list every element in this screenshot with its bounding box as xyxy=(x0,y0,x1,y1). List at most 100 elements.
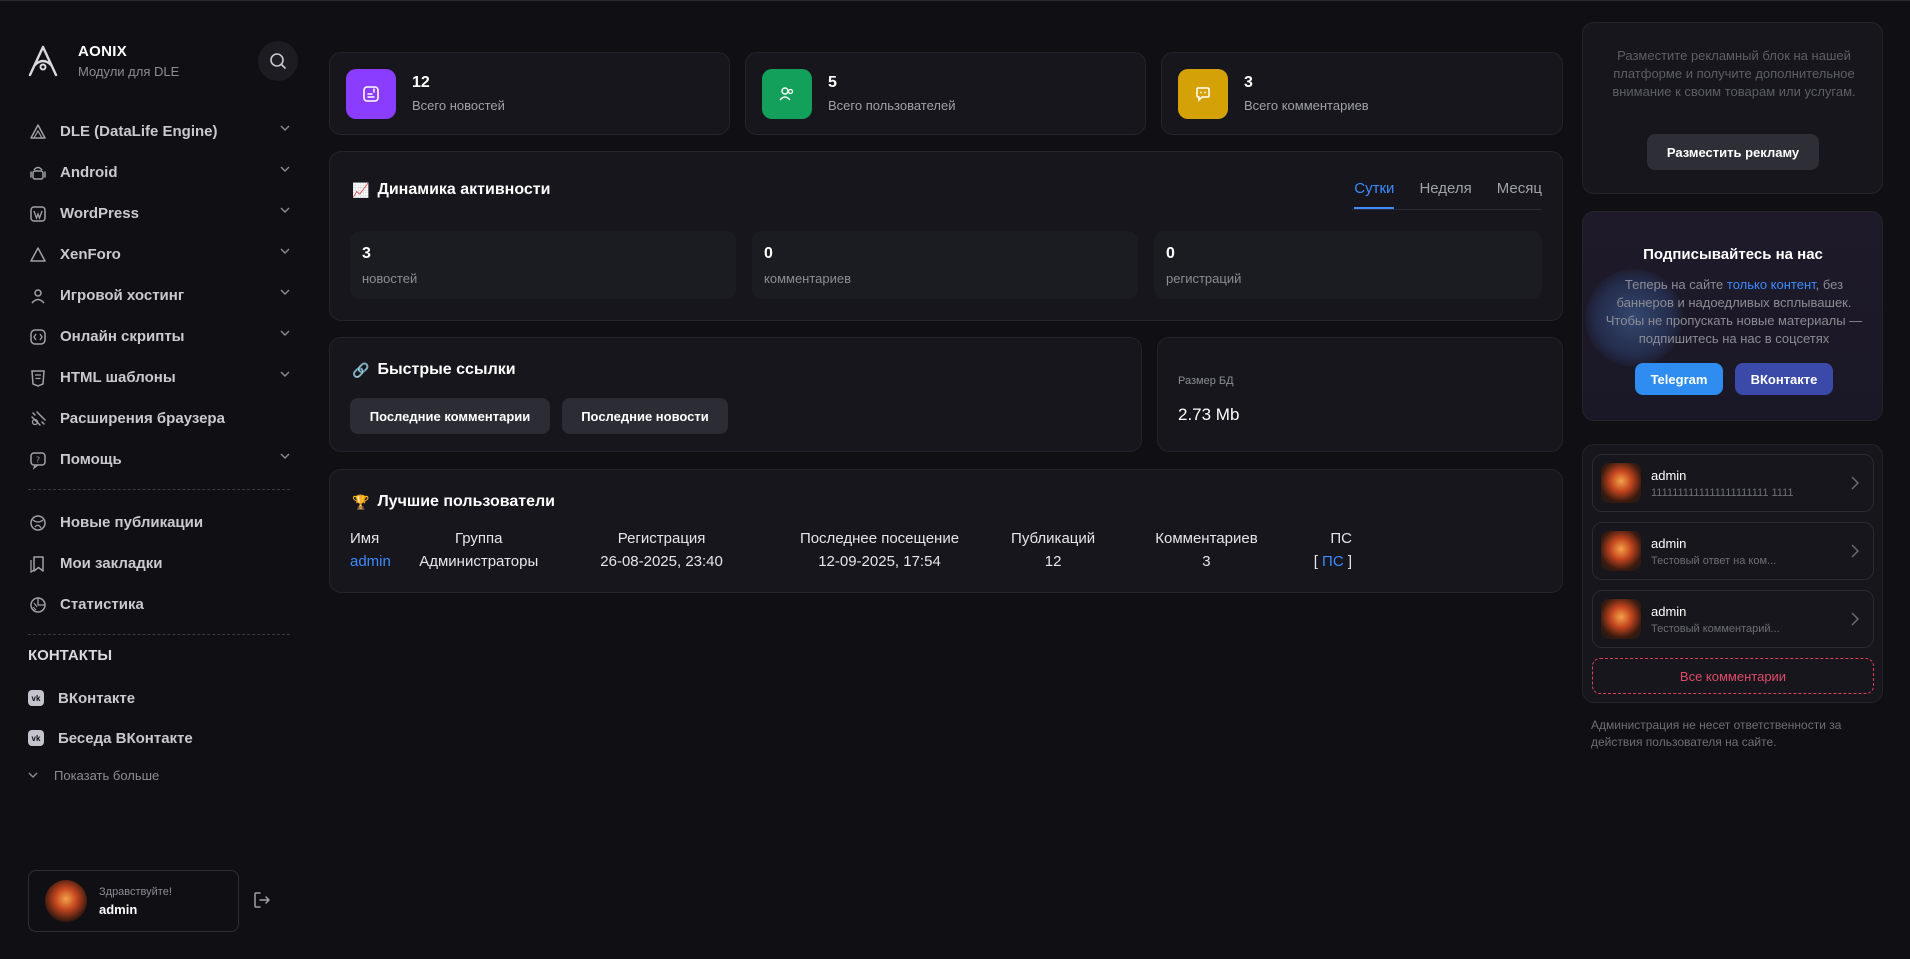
sidebar-item-label: Расширения браузера xyxy=(60,410,225,427)
cell-group: Администраторы xyxy=(419,553,539,570)
search-icon xyxy=(270,53,286,69)
divider xyxy=(28,489,290,490)
tab-day[interactable]: Сутки xyxy=(1354,180,1395,209)
chevron-down-icon xyxy=(280,125,290,131)
subscribe-text: Теперь на сайте только контент, без банн… xyxy=(1599,276,1869,348)
cell-comments: 3 xyxy=(1202,553,1211,570)
sidebar-item[interactable]: Новые публикации xyxy=(28,502,290,543)
pm-bracket-open: [ xyxy=(1313,553,1318,570)
sidebar-item[interactable]: Онлайн скрипты xyxy=(28,316,290,357)
sidebar-item-label: Android xyxy=(60,164,118,181)
tab-month[interactable]: Месяц xyxy=(1497,180,1542,209)
sidebar-item[interactable]: Android xyxy=(28,152,290,193)
comment-item[interactable]: admin 1111111111111111111111 1111 xyxy=(1592,454,1874,512)
pm-link[interactable]: ПС xyxy=(1322,553,1344,570)
col-comments: Комментариев xyxy=(1155,530,1258,547)
sidebar-item[interactable]: Мои закладки xyxy=(28,543,290,584)
globe-icon xyxy=(28,513,48,533)
sidebar-item-label: DLE (DataLife Engine) xyxy=(60,123,218,140)
wordpress-icon xyxy=(28,204,48,224)
activity-title: 📈 Динамика активности xyxy=(352,181,550,199)
sidebar-item[interactable]: DLE (DataLife Engine) xyxy=(28,111,290,152)
contact-label: Беседа ВКонтакте xyxy=(58,729,193,747)
brand-title: AONIX xyxy=(78,43,128,60)
xenforo-icon xyxy=(28,245,48,265)
table-header: Имя Группа Регистрация Последнее посещен… xyxy=(350,530,1352,553)
user-card[interactable]: Здравствуйте! admin xyxy=(28,870,239,932)
stat-label: Всего пользователей xyxy=(828,98,956,113)
sidebar-item-label: Мои закладки xyxy=(60,555,163,572)
stat-label: Всего новостей xyxy=(412,98,505,113)
activity-value: 3 xyxy=(362,245,371,262)
top-users-title-text: Лучшие пользователи xyxy=(377,493,555,510)
stat-badge xyxy=(762,68,812,119)
subscribe-title: Подписывайтесь на нас xyxy=(1643,246,1823,263)
place-ad-button[interactable]: Разместить рекламу xyxy=(1647,134,1819,170)
chevron-down-icon xyxy=(280,453,290,459)
quick-links-title-text: Быстрые ссылки xyxy=(377,361,516,378)
quick-links-card: 🔗 Быстрые ссылки Последние комментарии П… xyxy=(329,337,1142,452)
ad-card: Разместите рекламный блок на нашей платф… xyxy=(1582,22,1883,194)
db-size-value: 2.73 Mb xyxy=(1178,405,1240,424)
chevron-right-icon xyxy=(1851,476,1859,490)
show-more-button[interactable]: Показать больше xyxy=(28,758,290,792)
sidebar-item[interactable]: WordPress xyxy=(28,193,290,234)
sidebar-item[interactable]: XenForo xyxy=(28,234,290,275)
comment-author: admin xyxy=(1651,603,1687,619)
stat-card-users: 5 Всего пользователей xyxy=(745,52,1146,135)
only-content-link[interactable]: только контент xyxy=(1727,277,1816,292)
chevron-down-icon xyxy=(280,330,290,336)
ad-text: Разместите рекламный блок на нашей платф… xyxy=(1612,48,1856,99)
sidebar-item[interactable]: Статистика xyxy=(28,584,290,625)
col-name: Имя xyxy=(350,530,380,547)
table-row: admin Администраторы 26-08-2025, 23:40 1… xyxy=(350,553,1352,570)
col-pm: ПС xyxy=(1330,530,1352,547)
disclaimer: Администрация не несет ответственности з… xyxy=(1591,718,1842,749)
sidebar-item-label: WordPress xyxy=(60,205,139,222)
vk-icon: vk xyxy=(28,730,44,746)
svg-text:?: ? xyxy=(36,455,40,464)
all-comments-button[interactable]: Все комментарии xyxy=(1592,658,1874,694)
db-size-card: Размер БД 2.73 Mb xyxy=(1157,337,1563,452)
chevron-right-icon xyxy=(1851,544,1859,558)
telegram-button[interactable]: Telegram xyxy=(1635,363,1723,395)
sidebar-item-label: Новые публикации xyxy=(60,514,204,531)
sidebar-item[interactable]: HTML шаблоны xyxy=(28,357,290,398)
comment-item[interactable]: admin Тестовый комментарий... xyxy=(1592,590,1874,648)
avatar xyxy=(1601,531,1641,571)
contact-vk[interactable]: vk ВКонтакте xyxy=(28,678,290,718)
vk-button[interactable]: ВКонтакте xyxy=(1735,363,1833,395)
comment-author: admin xyxy=(1651,467,1687,483)
sidebar-item[interactable]: Расширения браузера xyxy=(28,398,290,439)
chevron-down-icon xyxy=(28,772,38,778)
stat-card-news: 12 Всего новостей xyxy=(329,52,730,135)
col-group: Группа xyxy=(454,530,503,547)
sidebar-item-label: Помощь xyxy=(60,451,122,468)
comment-item[interactable]: admin Тестовый ответ на ком... xyxy=(1592,522,1874,580)
search-button[interactable] xyxy=(258,41,298,81)
comment-icon xyxy=(1196,86,1210,102)
logo-icon xyxy=(28,45,58,77)
contact-vk-chat[interactable]: vk Беседа ВКонтакте xyxy=(28,718,290,758)
cell-registration: 26-08-2025, 23:40 xyxy=(600,553,723,570)
user-name: admin xyxy=(99,901,138,917)
activity-label: комментариев xyxy=(764,271,852,286)
activity-item-news: 3 новостей xyxy=(350,231,736,299)
comment-text: Тестовый ответ на ком... xyxy=(1651,554,1777,567)
tab-week[interactable]: Неделя xyxy=(1419,180,1471,209)
user-greeting: Здравствуйте! xyxy=(99,885,172,898)
stat-badge xyxy=(1178,68,1228,119)
latest-comments-button[interactable]: Последние комментарии xyxy=(350,398,550,434)
user-link[interactable]: admin xyxy=(350,553,391,570)
comment-text: Тестовый комментарий... xyxy=(1651,622,1780,635)
sidebar-item[interactable]: Игровой хостинг xyxy=(28,275,290,316)
activity-value: 0 xyxy=(764,245,773,262)
logo[interactable]: AONIX Модули для DLE xyxy=(28,43,179,79)
logout-button[interactable] xyxy=(252,890,272,914)
latest-news-button[interactable]: Последние новости xyxy=(562,398,728,434)
help-icon: ? xyxy=(28,450,48,470)
sidebar-item[interactable]: ? Помощь xyxy=(28,439,290,480)
vk-icon: vk xyxy=(28,690,44,706)
comment-author: admin xyxy=(1651,535,1687,551)
stat-label: Всего комментариев xyxy=(1244,98,1369,113)
